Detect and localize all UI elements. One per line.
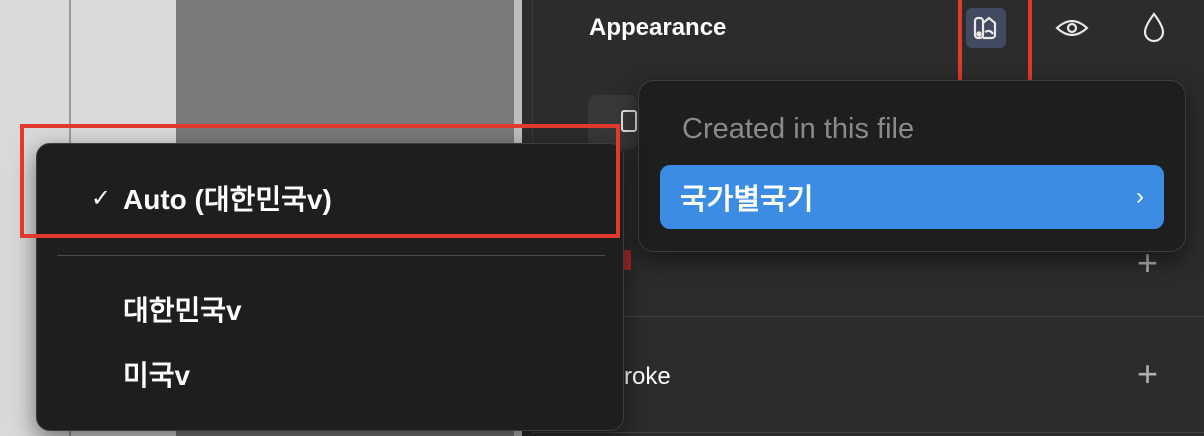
opacity-button[interactable] bbox=[1134, 8, 1174, 48]
mode-item-korea[interactable]: 대한민국v bbox=[37, 287, 623, 331]
appearance-section-title: Appearance bbox=[589, 14, 727, 41]
variable-collections-menu: Created in this file 국가별국기 › bbox=[638, 80, 1186, 252]
fill-swatch[interactable] bbox=[623, 250, 631, 270]
chevron-right-icon: › bbox=[1136, 183, 1144, 210]
menu-section-label: Created in this file bbox=[682, 113, 915, 145]
section-divider bbox=[533, 432, 1204, 433]
collection-option[interactable]: 국가별국기 › bbox=[660, 165, 1164, 229]
section-divider bbox=[533, 316, 1204, 317]
menu-divider bbox=[57, 255, 605, 256]
add-stroke-icon[interactable]: + bbox=[1137, 353, 1158, 395]
droplet-icon bbox=[1143, 12, 1165, 43]
mode-item-usa[interactable]: 미국v bbox=[37, 352, 623, 396]
stroke-section-label: roke bbox=[624, 363, 671, 390]
visibility-button[interactable] bbox=[1052, 8, 1092, 48]
eye-icon bbox=[1055, 19, 1089, 37]
highlight-annotation-auto bbox=[20, 124, 620, 238]
mode-item-label: 미국v bbox=[123, 360, 191, 391]
collection-option-label: 국가별국기 bbox=[680, 184, 814, 216]
mode-item-label: 대한민국v bbox=[123, 295, 242, 326]
